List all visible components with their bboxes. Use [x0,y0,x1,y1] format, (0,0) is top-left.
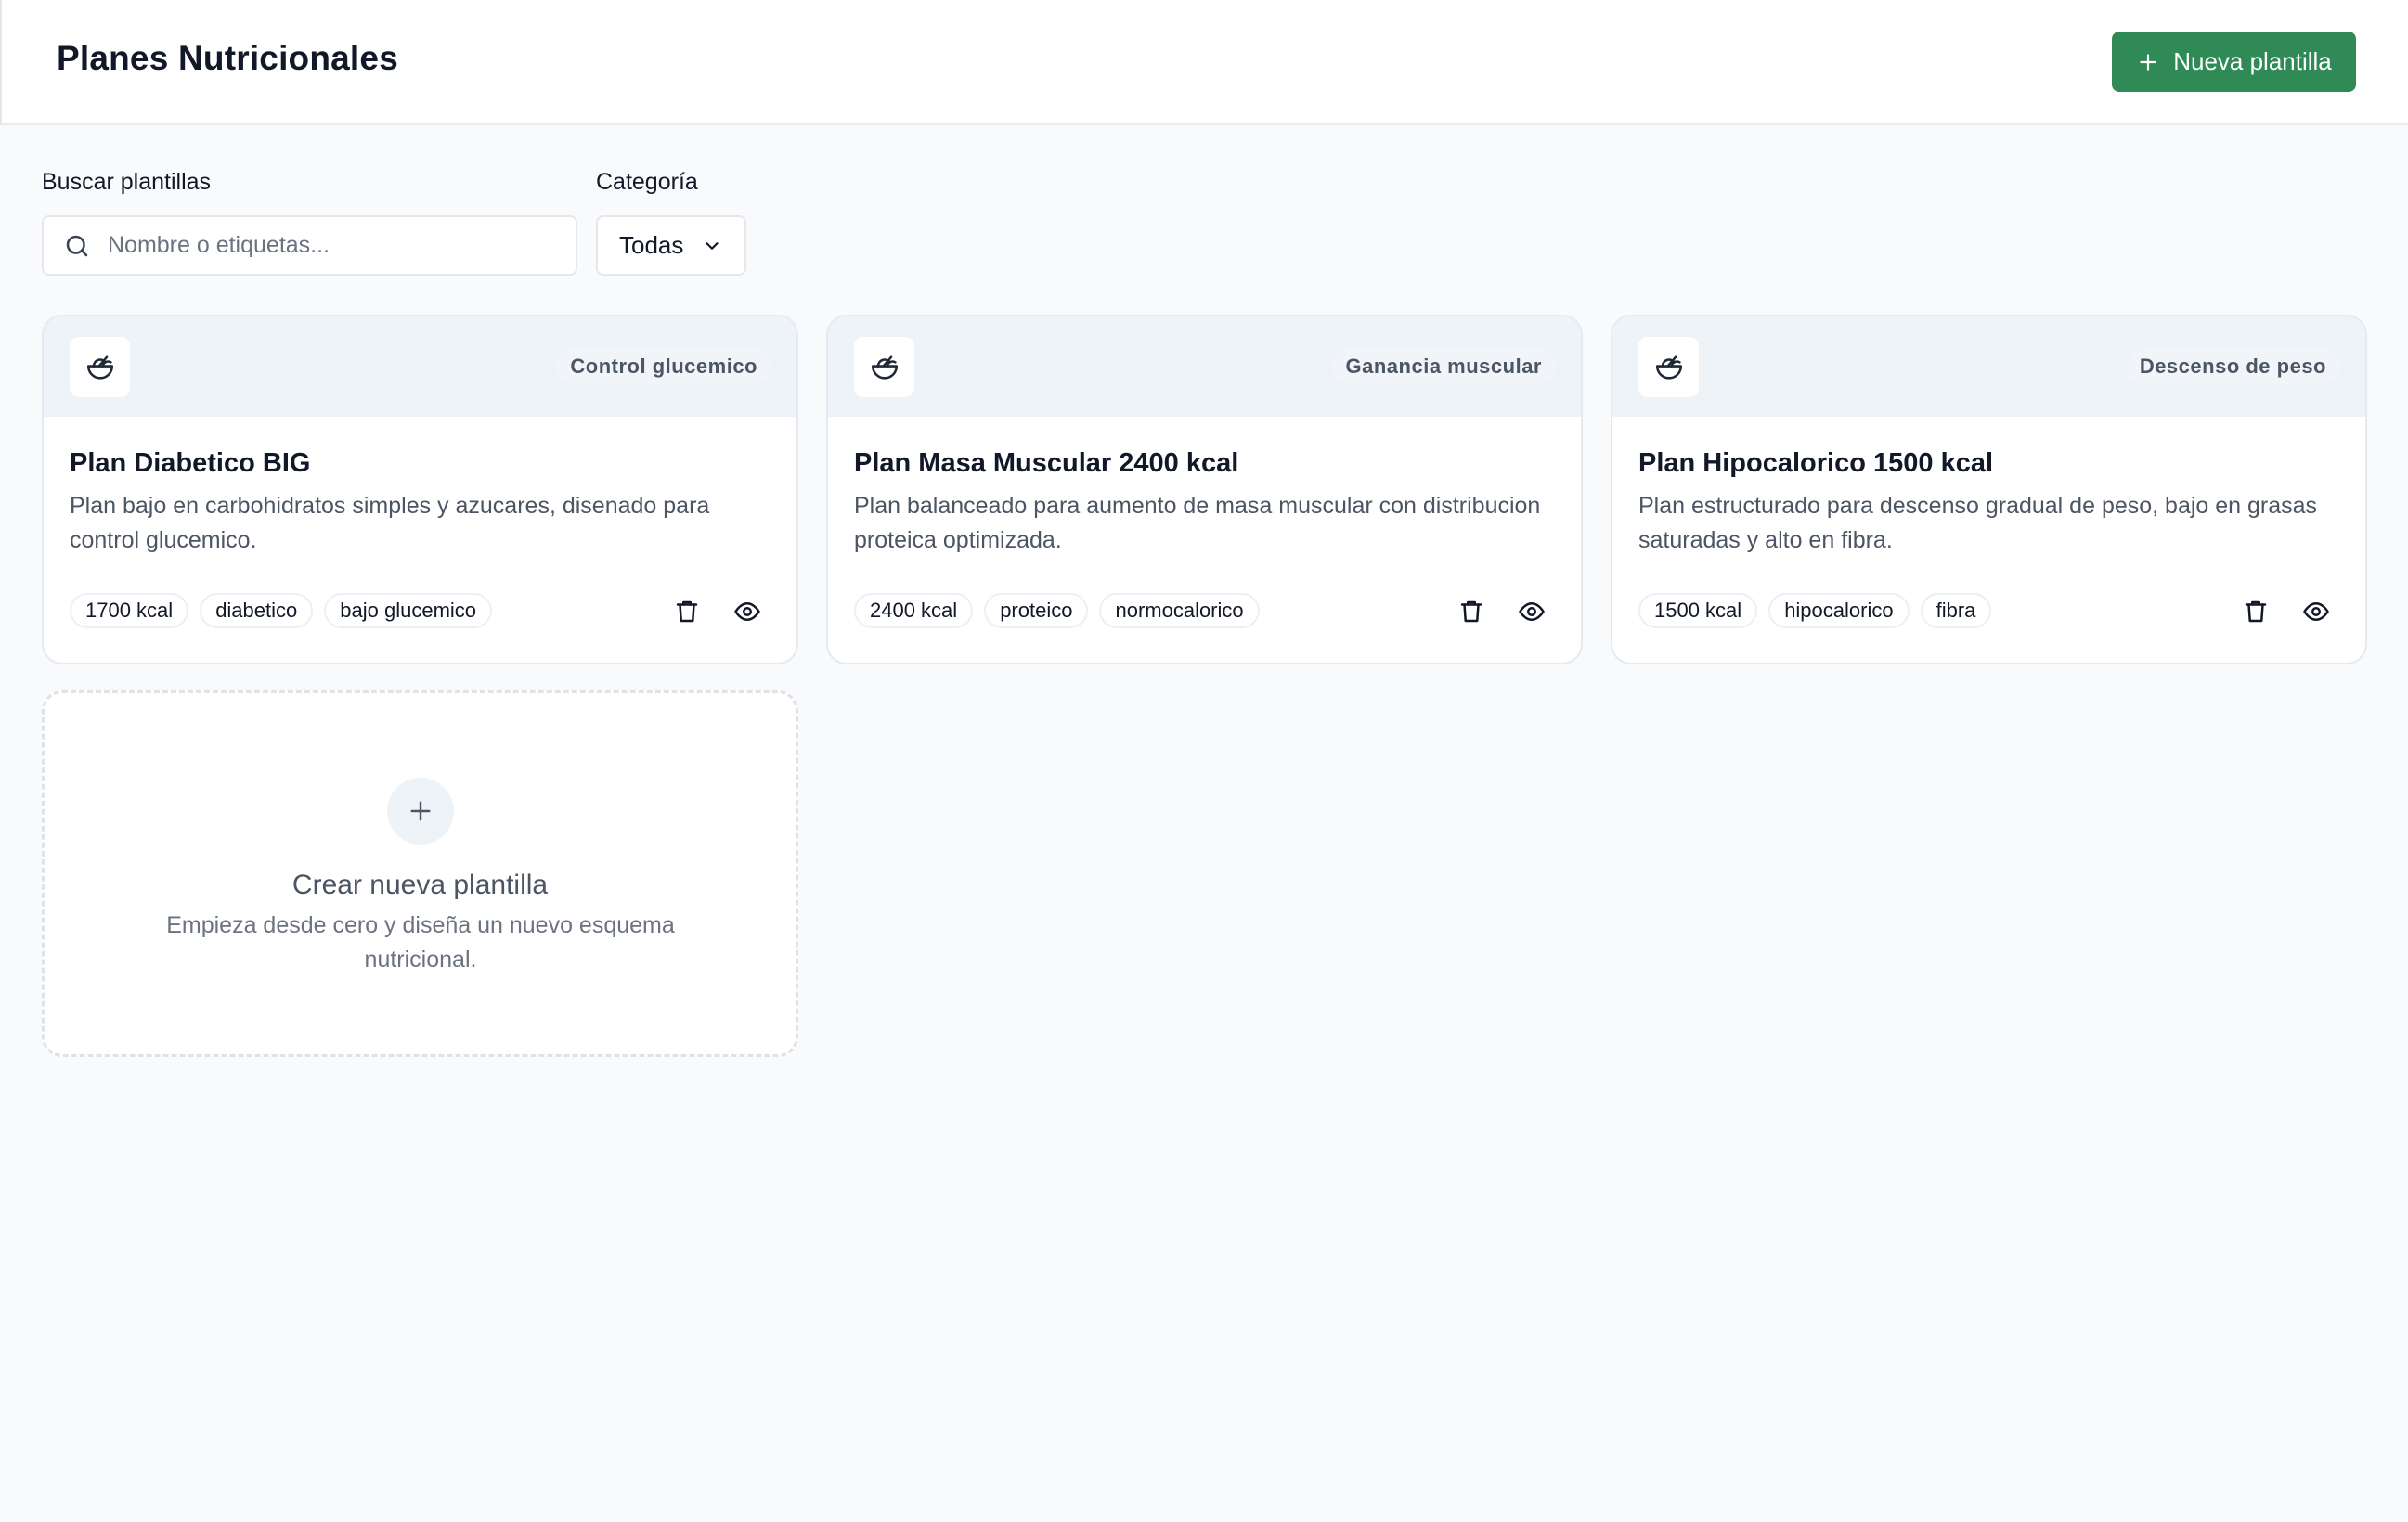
card-tags: 1700 kcal diabetico bajo glucemico [70,593,493,628]
tag: diabetico [200,593,314,628]
card-header: Control glucemico [44,316,796,417]
page-title: Planes Nutricionales [57,39,398,77]
template-card[interactable]: Descenso de peso Plan Hipocalorico 1500 … [1611,315,2367,664]
salad-bowl-icon [86,355,113,380]
eye-icon [734,602,760,621]
salad-bowl-icon [871,355,898,380]
plus-icon [410,801,431,821]
category-badge: Control glucemico [557,349,770,384]
card-title: Plan Diabetico BIG [70,448,311,478]
view-button[interactable] [727,591,768,632]
card-description: Plan estructurado para descenso gradual … [1638,493,2318,553]
delete-button[interactable] [2235,591,2276,632]
trash-icon [2245,600,2267,623]
search-icon [66,235,88,256]
category-badge: Descenso de peso [2126,349,2339,384]
salad-bowl-icon [1655,355,1682,380]
view-button[interactable] [2296,591,2337,632]
template-card[interactable]: Control glucemico Plan Diabetico BIG Pla… [42,315,798,664]
card-description: Plan balanceado para aumento de masa mus… [854,493,1541,553]
page-header: Planes Nutricionales Nueva plantilla [0,0,2408,125]
card-tags: 1500 kcal hipocalorico fibra [1638,593,1992,628]
category-label: Categoría [596,169,698,195]
tag: normocalorico [1099,593,1260,628]
search-input[interactable] [106,231,551,260]
search-box[interactable] [42,215,577,276]
plus-circle [387,778,454,845]
search-label: Buscar plantillas [42,169,212,195]
card-description: Plan bajo en carbohidratos simples y azu… [70,493,710,553]
create-template-card[interactable]: Crear nueva plantilla Empieza desde cero… [42,690,798,1057]
create-card-title: Crear nueva plantilla [291,870,549,900]
tag: fibra [1920,593,1992,628]
template-card[interactable]: Ganancia muscular Plan Masa Muscular 240… [826,315,1583,664]
card-title: Plan Masa Muscular 2400 kcal [854,448,1239,478]
trash-icon [676,600,698,623]
card-header: Descenso de peso [1612,316,2365,417]
card-icon-container [854,337,914,397]
card-header: Ganancia muscular [828,316,1581,417]
plus-icon [2140,53,2156,71]
new-template-button-label: Nueva plantilla [2173,47,2332,75]
tag: 1500 kcal [1638,593,1758,628]
tag: bajo glucemico [324,593,493,628]
eye-icon [2303,602,2329,621]
card-title: Plan Hipocalorico 1500 kcal [1638,448,1994,478]
tag: 2400 kcal [854,593,974,628]
card-icon-container [1638,337,1699,397]
chevron-down-icon [706,241,719,250]
card-tags: 2400 kcal proteico normocalorico [854,593,1260,628]
trash-icon [1460,600,1482,623]
category-select-value: Todas [619,231,684,259]
tag: proteico [984,593,1089,628]
tag: hipocalorico [1768,593,1910,628]
delete-button[interactable] [667,591,707,632]
tag: 1700 kcal [70,593,189,628]
category-select[interactable]: Todas [596,215,746,276]
card-icon-container [70,337,130,397]
eye-icon [1519,602,1545,621]
view-button[interactable] [1511,591,1552,632]
create-card-description: Empieza desde cero y diseña un nuevo esq… [166,912,675,973]
category-badge: Ganancia muscular [1332,349,1555,384]
new-template-button[interactable]: Nueva plantilla [2112,32,2356,92]
delete-button[interactable] [1451,591,1492,632]
